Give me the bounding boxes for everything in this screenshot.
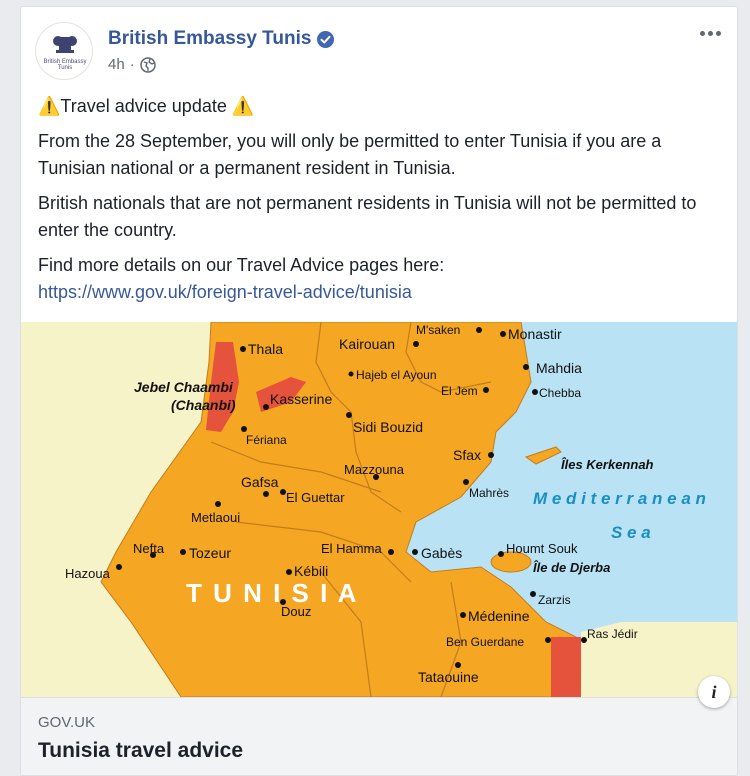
post-body: ⚠️Travel advice update ⚠️ From the 28 Se…: [38, 93, 728, 314]
label-houmtsouk: Houmt Souk: [506, 541, 578, 556]
label-monastir: Monastir: [508, 326, 562, 342]
meta-separator: ·: [129, 56, 135, 73]
post-heading-text: Travel advice update: [60, 96, 232, 116]
page-name[interactable]: British Embassy Tunis: [108, 28, 311, 50]
post-paragraph-1: From the 28 September, you will only be …: [38, 131, 662, 178]
globe-icon[interactable]: [139, 56, 156, 73]
label-sea-1: M e d i t e r r a n e a n: [533, 489, 706, 508]
post-paragraph-3-text: Find more details on our Travel Advice p…: [38, 255, 445, 275]
label-kasserine: Kasserine: [270, 391, 332, 407]
label-chaanbi: (Chaanbi): [171, 397, 236, 413]
red-zone-south-east: [551, 637, 581, 697]
label-chebba: Chebba: [539, 386, 581, 400]
label-mazzouna: Mazzouna: [344, 462, 405, 477]
travel-advice-link[interactable]: https://www.gov.uk/foreign-travel-advice…: [38, 282, 412, 302]
label-msaken: M'saken: [416, 323, 460, 337]
post-heading: ⚠️Travel advice update ⚠️: [38, 93, 728, 120]
link-preview[interactable]: GOV.UK Tunisia travel advice: [21, 697, 737, 775]
more-dot: [699, 30, 705, 36]
label-tozeur: Tozeur: [189, 545, 231, 561]
label-gabes: Gabès: [421, 545, 462, 561]
verified-badge-icon: [317, 30, 335, 48]
label-kerkennah: Îles Kerkennah: [561, 457, 654, 472]
map-image[interactable]: Thala Kairouan M'saken Monastir Mahdia C…: [21, 322, 737, 697]
label-nefta: Nefta: [133, 541, 165, 556]
label-metlaoui: Metlaoui: [191, 510, 240, 525]
label-kairouan: Kairouan: [339, 336, 395, 352]
label-rasjedir: Ras Jédir: [587, 627, 638, 641]
label-elhamma: El Hamma: [321, 541, 382, 556]
label-hajeb: Hajeb el Ayoun: [356, 368, 437, 382]
label-mahres: Mahrès: [469, 486, 509, 500]
label-country: T U N I S I A: [186, 578, 358, 608]
more-options-button[interactable]: [695, 23, 725, 43]
label-sidibouzid: Sidi Bouzid: [353, 419, 423, 435]
label-benguerdane: Ben Guerdane: [446, 635, 524, 649]
more-dot: [707, 30, 713, 36]
crest-icon: [53, 36, 77, 53]
tunisia-map: Thala Kairouan M'saken Monastir Mahdia C…: [21, 322, 737, 697]
label-medenine: Médenine: [468, 608, 530, 624]
label-tataouine: Tataouine: [418, 669, 479, 685]
more-dot: [715, 30, 721, 36]
post-timestamp[interactable]: 4h: [108, 56, 125, 73]
label-zarzis: Zarzis: [538, 593, 571, 607]
warning-icon: ⚠️: [38, 96, 61, 116]
post-paragraph-3: Find more details on our Travel Advice p…: [38, 252, 728, 306]
avatar-caption: British Embassy Tunis: [43, 59, 87, 71]
post-meta: 4h ·: [108, 56, 156, 73]
label-kebili: Kébili: [294, 563, 328, 579]
label-jebel: Jebel Chaambi: [134, 379, 234, 395]
label-djerba: Île de Djerba: [533, 560, 610, 575]
label-elguettar: El Guettar: [286, 490, 345, 505]
label-gafsa: Gafsa: [241, 474, 279, 490]
label-thala: Thala: [248, 341, 283, 357]
label-eljem: El Jem: [441, 384, 478, 398]
post-paragraph-2: British nationals that are not permanent…: [38, 193, 697, 240]
post-card: British Embassy Tunis British Embassy Tu…: [20, 6, 738, 776]
warning-icon: ⚠️: [231, 96, 255, 116]
label-sea-2: S e a: [611, 523, 651, 542]
page-avatar[interactable]: British Embassy Tunis: [35, 22, 93, 80]
page-name-link[interactable]: British Embassy Tunis: [108, 28, 335, 50]
info-icon[interactable]: i: [698, 676, 730, 708]
link-domain: GOV.UK: [38, 714, 95, 731]
label-feriana: Fériana: [246, 433, 287, 447]
link-title[interactable]: Tunisia travel advice: [38, 739, 243, 763]
label-hazoua: Hazoua: [65, 566, 111, 581]
label-sfax: Sfax: [453, 447, 481, 463]
label-mahdia: Mahdia: [536, 360, 582, 376]
